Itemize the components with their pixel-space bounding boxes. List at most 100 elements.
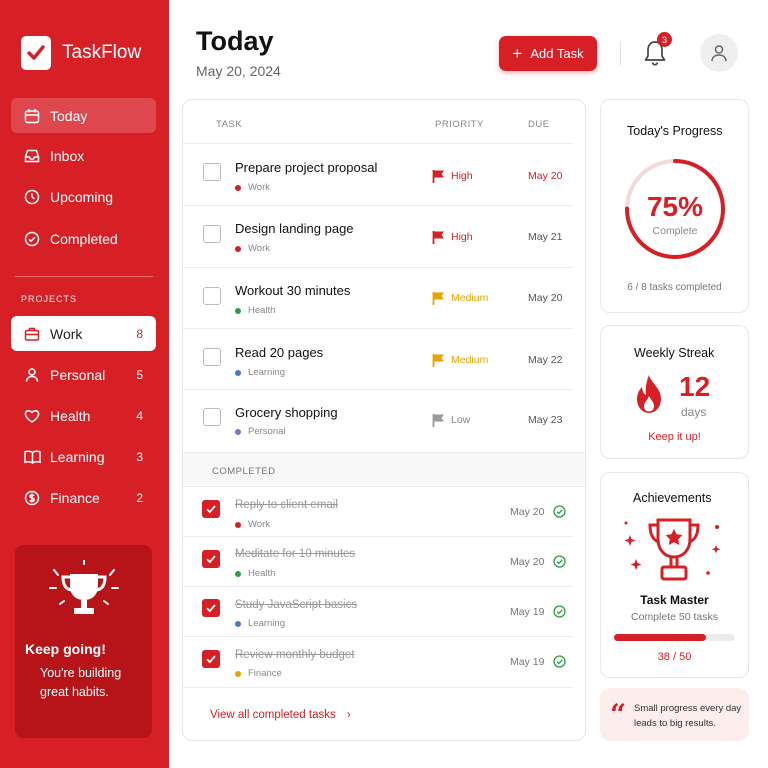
project-item-health[interactable]: Health 4 [11,398,156,433]
trophy-icon [49,560,119,614]
achievement-progress-bar [614,634,735,641]
check-icon [206,655,216,664]
avatar[interactable] [700,34,738,72]
completed-title[interactable]: Reply to client email [235,499,338,511]
check-circle-icon [23,230,41,248]
priority-label: High [432,169,473,183]
project-label: Work [50,325,83,342]
check-icon [206,505,216,514]
progress-percent: 75% [646,191,704,222]
task-tag: Work [235,182,270,193]
nav-item-today[interactable]: Today [11,98,156,133]
inbox-icon [23,147,41,165]
achievement-progress-fill [614,634,706,641]
achievement-count: 38 / 50 [657,651,692,663]
completed-checkbox[interactable] [202,650,220,668]
quote-icon: “ [610,698,627,731]
task-panel [182,99,586,741]
project-label: Finance [50,489,100,506]
motivation-text: You're building great habits. [40,666,122,699]
task-title[interactable]: Read 20 pages [235,345,323,360]
completed-title[interactable]: Meditate for 10 minutes [235,548,355,560]
heart-icon [23,407,41,425]
check-icon [206,604,216,613]
completed-checkbox[interactable] [202,599,220,617]
app-name: TaskFlow [62,42,142,63]
priority-label: Low [432,413,470,427]
row-divider [183,267,573,268]
completed-date: May 20 [510,556,545,568]
row-divider [183,636,573,637]
completed-heading: COMPLETED [212,466,276,477]
project-item-learning[interactable]: Learning 3 [11,439,156,474]
column-header-priority: PRIORITY [435,119,484,130]
sidebar-divider [15,276,153,277]
done-check-icon [553,505,566,518]
task-title[interactable]: Workout 30 minutes [235,283,350,298]
project-count: 8 [136,326,143,341]
book-icon [23,448,41,466]
streak-unit: days [681,405,707,419]
progress-title: Today's Progress [627,124,723,138]
progress-label: Complete [652,225,698,237]
progress-summary: 6 / 8 tasks completed [627,282,722,293]
project-item-finance[interactable]: Finance 2 [11,480,156,515]
completed-title[interactable]: Review monthly budget [235,649,355,661]
add-task-button[interactable]: + Add Task [499,36,597,71]
streak-title: Weekly Streak [634,346,715,360]
streak-value: 12 [679,371,711,402]
task-checkbox[interactable] [203,408,221,426]
flag-icon [432,231,444,244]
app-logo[interactable]: TaskFlow [21,36,141,70]
completed-checkbox[interactable] [202,500,220,518]
task-checkbox[interactable] [203,287,221,305]
project-item-work[interactable]: Work 8 [11,316,156,351]
nav-item-inbox[interactable]: Inbox [11,138,156,173]
user-icon [23,366,41,384]
nav-item-completed[interactable]: Completed [11,221,156,256]
quote-text: Small progress every day leads to big re… [634,703,742,729]
plus-icon: + [512,44,523,63]
task-due: May 21 [528,231,563,243]
sidebar: TaskFlow Today Inbox Upcoming Completed … [0,0,169,768]
header-divider-line [183,143,573,144]
task-checkbox[interactable] [203,348,221,366]
clock-icon [23,188,41,206]
nav-label: Upcoming [50,188,114,205]
calendar-icon [23,107,41,125]
briefcase-icon [23,325,41,343]
logo-check-icon [21,36,51,70]
completed-date: May 19 [510,656,545,668]
completed-checkbox[interactable] [202,550,220,568]
task-title[interactable]: Grocery shopping [235,405,338,420]
header-divider [620,42,621,66]
task-tag: Health [235,568,275,579]
view-all-completed-link[interactable]: View all completed tasks › [210,709,351,721]
task-checkbox[interactable] [203,225,221,243]
flame-icon [637,375,661,413]
row-divider [183,586,573,587]
task-tag: Learning [235,618,285,629]
completed-title[interactable]: Study JavaScript basics [235,599,357,611]
page-date: May 20, 2024 [196,63,281,79]
row-divider [183,205,573,206]
completed-date: May 20 [510,506,545,518]
nav-item-upcoming[interactable]: Upcoming [11,179,156,214]
task-tag: Finance [235,668,282,679]
motivation-title: Keep going! [25,641,106,657]
project-count: 4 [136,408,143,423]
priority-label: Medium [432,291,488,305]
completed-date: May 19 [510,606,545,618]
task-title[interactable]: Design landing page [235,221,354,236]
check-icon [206,555,216,564]
task-due: May 23 [528,414,563,426]
task-title[interactable]: Prepare project proposal [235,160,377,175]
task-checkbox[interactable] [203,163,221,181]
nav-label: Inbox [50,147,85,164]
flag-icon [432,414,444,427]
streak-message: Keep it up! [648,431,701,443]
column-header-task: TASK [216,119,243,130]
flag-icon [432,292,444,305]
row-divider [183,536,573,537]
project-item-personal[interactable]: Personal 5 [11,357,156,392]
